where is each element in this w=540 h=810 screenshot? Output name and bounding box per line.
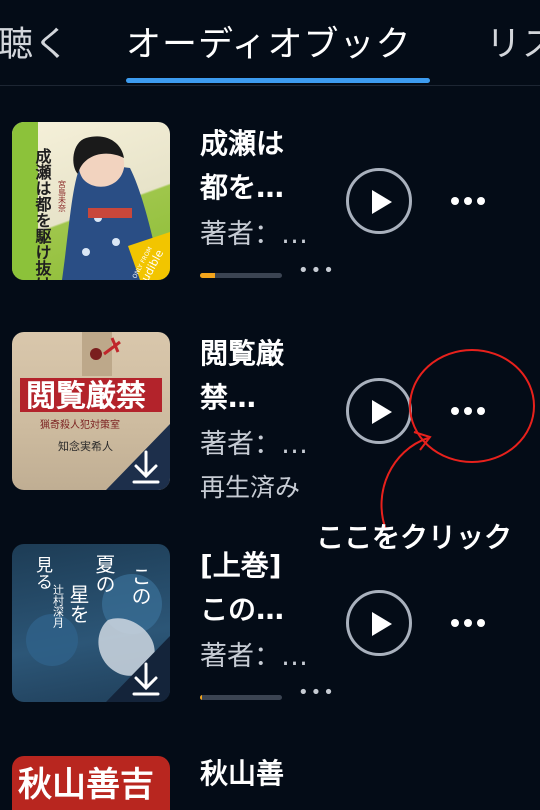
cover-title-text: 成瀬は都を駆け抜ける <box>33 147 53 280</box>
annotation-label: ここをクリック <box>316 521 513 554</box>
play-icon <box>372 400 392 424</box>
listening-progress <box>200 273 282 278</box>
cover-title-text: 夏の <box>92 554 116 594</box>
listening-progress-fill <box>200 695 203 700</box>
cover-title-text: この <box>128 566 152 606</box>
book-author: 著者：… <box>200 219 308 250</box>
more-small-icon: ••• <box>298 682 336 703</box>
play-button[interactable] <box>346 168 412 234</box>
tab-bar: 聴く オーディオブック リス <box>0 0 540 86</box>
book-title-line: 禁… <box>200 381 257 414</box>
book-author: 著者：… <box>200 641 308 672</box>
active-tab-indicator <box>126 78 430 83</box>
more-horizontal-icon <box>451 407 485 415</box>
played-status: 再生済み <box>200 473 301 502</box>
play-button[interactable] <box>346 378 412 444</box>
more-horizontal-icon <box>451 619 485 627</box>
book-title-line: この… <box>200 593 285 626</box>
more-options-button[interactable] <box>438 604 502 644</box>
book-title-line: [上巻] <box>200 549 282 582</box>
book-title[interactable]: 閲覧厳 禁… <box>200 332 284 420</box>
book-row[interactable]: この 夏の 星を 見る 辻村深月 [上巻] この… 著者：… ••• <box>0 532 540 732</box>
cover-subtitle-text: 猟奇殺人犯対策室 <box>40 418 120 431</box>
tab-list[interactable]: リス <box>486 16 540 67</box>
tab-audiobook[interactable]: オーディオブック <box>126 16 412 67</box>
more-options-button[interactable] <box>438 392 502 432</box>
listening-progress-fill <box>200 273 215 278</box>
play-icon <box>372 612 392 636</box>
book-row[interactable]: 秋山善吉 秋山善 <box>0 744 540 810</box>
cover-author-text: 宮島未奈 <box>58 179 67 212</box>
book-title[interactable]: 秋山善 <box>200 752 284 796</box>
listening-progress <box>200 695 282 700</box>
book-cover[interactable]: この 夏の 星を 見る 辻村深月 <box>12 544 170 702</box>
book-title-line: 都を… <box>200 171 285 204</box>
cover-title-text: 星を <box>66 584 90 624</box>
book-author: 著者：… <box>200 429 308 460</box>
book-row[interactable]: 閲覧厳禁 猟奇殺人犯対策室 知念実希人 閲覧厳 禁… 著者：… 再生済み <box>0 320 540 520</box>
more-small-icon: ••• <box>298 260 336 281</box>
book-title-line: 成瀬は <box>200 127 285 160</box>
cover-title-text: 閲覧厳禁 <box>26 379 146 414</box>
cover-author-text: 知念実希人 <box>58 439 113 453</box>
play-icon <box>372 190 392 214</box>
cover-title-text: 秋山善吉 <box>18 765 154 805</box>
more-options-button[interactable] <box>438 182 502 222</box>
book-title-line: 閲覧厳 <box>200 337 285 370</box>
book-title[interactable]: 成瀬は 都を… <box>200 122 284 210</box>
book-title-line: 秋山善 <box>200 757 285 790</box>
cover-title-text: 見る <box>32 556 53 590</box>
cover-author-text: 辻村深月 <box>52 583 65 628</box>
more-horizontal-icon <box>451 197 485 205</box>
book-title[interactable]: [上巻] この… <box>200 544 284 632</box>
book-cover[interactable]: 成瀬は都を駆け抜ける 宮島未奈 ONLY FROM audible <box>12 122 170 280</box>
play-button[interactable] <box>346 590 412 656</box>
book-cover[interactable]: 秋山善吉 <box>12 756 170 810</box>
book-row[interactable]: 成瀬は都を駆け抜ける 宮島未奈 ONLY FROM audible 成瀬は 都を… <box>0 110 540 310</box>
book-cover[interactable]: 閲覧厳禁 猟奇殺人犯対策室 知念実希人 <box>12 332 170 490</box>
tab-listen[interactable]: 聴く <box>0 16 70 67</box>
